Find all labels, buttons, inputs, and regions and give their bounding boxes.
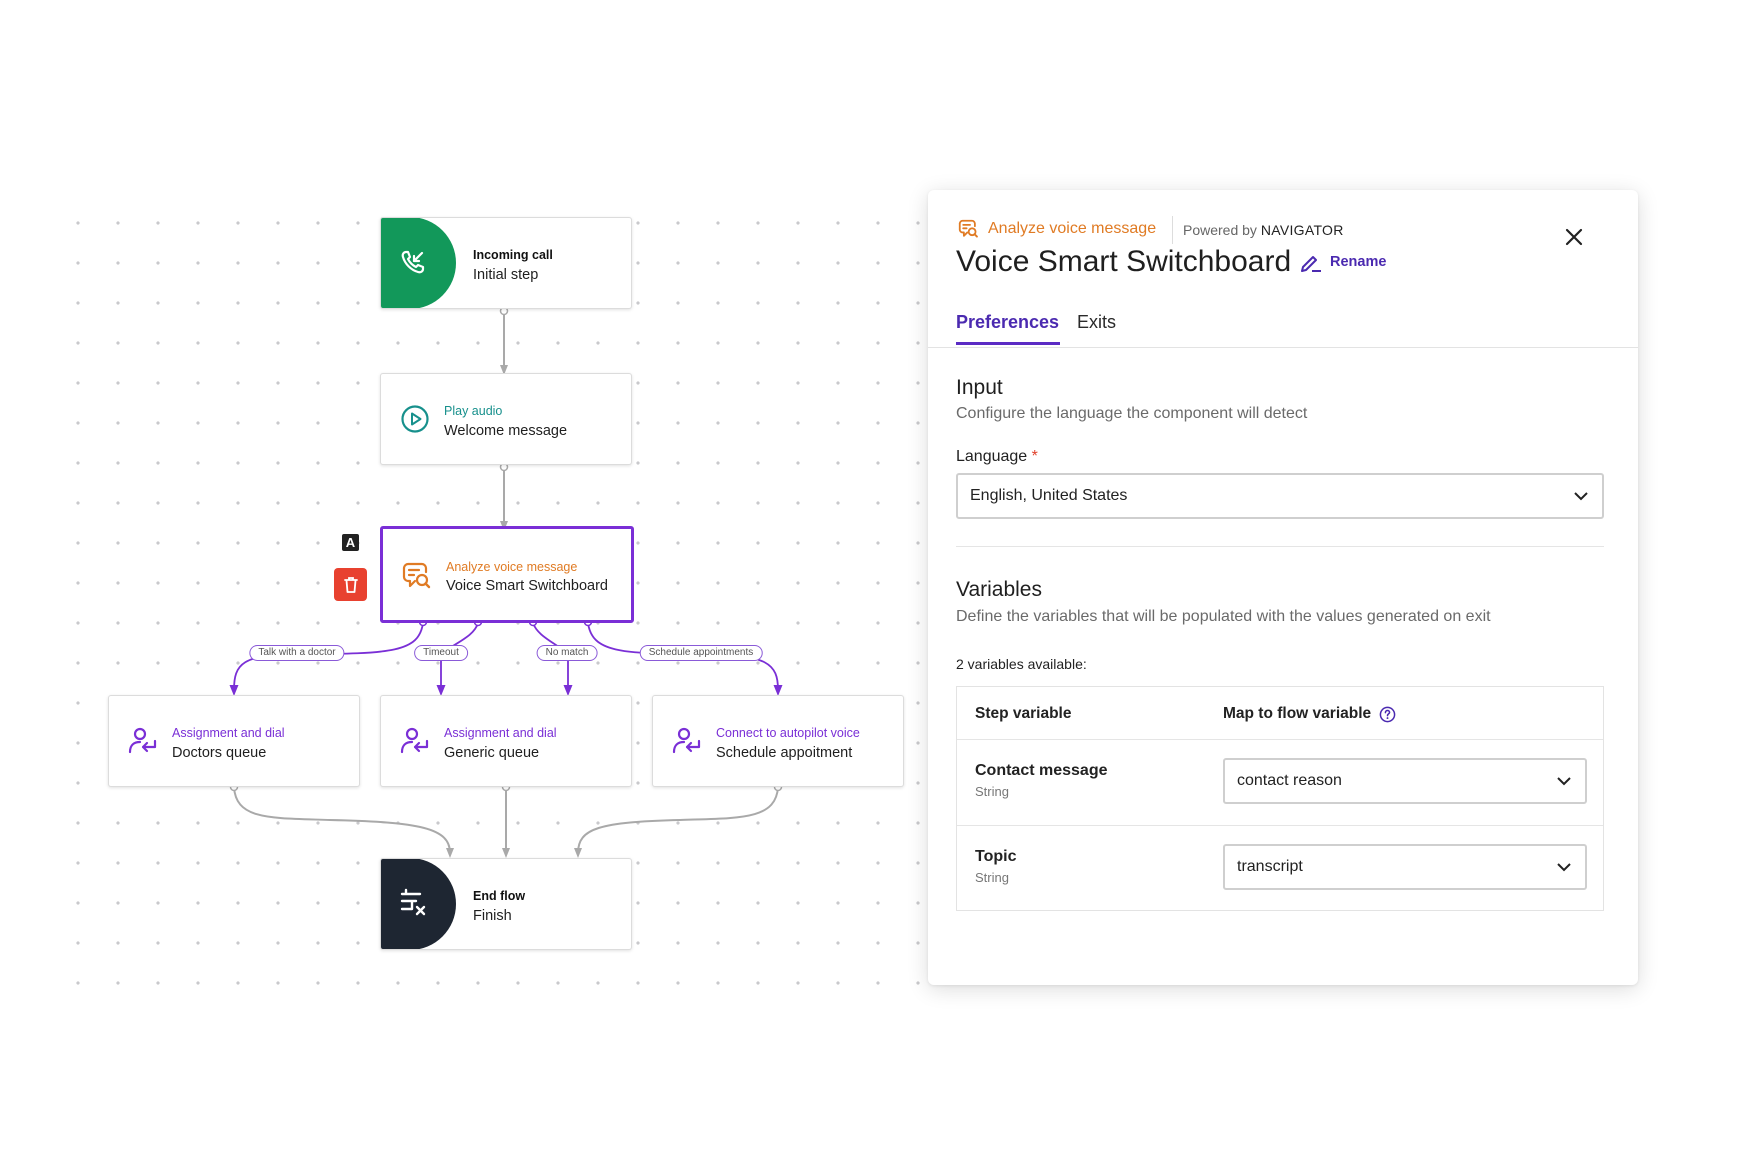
rename-button[interactable]: Rename: [1300, 252, 1386, 272]
variables-count: 2 variables available:: [956, 656, 1087, 672]
exit-label-talk[interactable]: Talk with a doctor: [249, 645, 345, 661]
voice-analyze-icon: [958, 219, 978, 238]
variable-type: String: [975, 870, 1009, 885]
tab-preferences[interactable]: Preferences: [956, 312, 1059, 333]
powered-by-prefix: Powered by: [1183, 222, 1257, 238]
phone-incoming-icon: [401, 250, 425, 274]
input-section-description: Configure the language the component wil…: [956, 405, 1308, 422]
variable-type: String: [975, 784, 1009, 799]
required-mark: *: [1031, 448, 1038, 465]
language-select-value: English, United States: [970, 487, 1128, 504]
rename-label: Rename: [1330, 254, 1387, 270]
exit-label-nomatch[interactable]: No match: [536, 645, 598, 661]
step-title: Voice Smart Switchboard: [956, 245, 1292, 278]
node-label: Welcome message: [444, 423, 568, 439]
node-end-flow[interactable]: End flow Finish: [380, 858, 632, 950]
flow-variable-select[interactable]: contact reason: [1223, 758, 1587, 804]
powered-by-name: NAVIGATOR: [1260, 222, 1344, 238]
chevron-down-icon: [1574, 492, 1588, 501]
edit-pencil-icon: [1301, 256, 1321, 272]
node-type: End flow: [473, 889, 526, 903]
node-type: Connect to autopilot voice: [716, 726, 860, 740]
close-icon[interactable]: [1562, 225, 1586, 249]
component-type: Analyze voice message: [988, 220, 1157, 237]
node-schedule-appointment[interactable]: Connect to autopilot voice Schedule appo…: [652, 695, 904, 787]
column-header-map: Map to flow variable: [1223, 705, 1396, 723]
header-divider: [1172, 216, 1173, 244]
node-generic-queue[interactable]: Assignment and dial Generic queue: [380, 695, 632, 787]
node-label: Voice Smart Switchboard: [446, 578, 608, 594]
end-flow-icon: [400, 888, 426, 916]
agent-assign-icon: [672, 727, 701, 754]
node-type: Assignment and dial: [172, 726, 285, 740]
powered-by: Powered by NAVIGATOR: [1183, 222, 1344, 238]
language-label: Language *: [956, 448, 1038, 466]
active-tab-indicator: [956, 342, 1060, 345]
variables-table: Step variable Map to flow variable Conta…: [956, 686, 1604, 911]
node-selection-badge: A: [342, 534, 359, 551]
chevron-down-icon: [1557, 777, 1571, 786]
language-select[interactable]: English, United States: [956, 473, 1604, 519]
section-divider: [956, 546, 1604, 547]
table-row: Topic String transcript: [957, 826, 1603, 911]
help-icon[interactable]: [1379, 706, 1396, 723]
node-label: Generic queue: [444, 745, 540, 761]
node-type: Play audio: [444, 404, 503, 418]
node-label: Schedule appoitment: [716, 745, 853, 761]
variables-section-description: Define the variables that will be popula…: [956, 608, 1491, 625]
node-type: Incoming call: [473, 248, 553, 262]
trash-icon: [343, 576, 358, 593]
node-play-audio[interactable]: Play audio Welcome message: [380, 373, 632, 465]
play-circle-icon: [401, 405, 429, 433]
flow-variable-value: contact reason: [1237, 772, 1342, 789]
exit-label-timeout[interactable]: Timeout: [414, 645, 468, 661]
column-header-map-text: Map to flow variable: [1223, 705, 1372, 722]
table-row: Contact message String contact reason: [957, 740, 1603, 825]
flow-variable-select[interactable]: transcript: [1223, 844, 1587, 890]
properties-panel: Analyze voice message Powered by NAVIGAT…: [928, 190, 1638, 985]
agent-assign-icon: [400, 727, 429, 754]
node-type: Analyze voice message: [446, 560, 578, 574]
node-incoming-call[interactable]: Incoming call Initial step: [380, 217, 632, 309]
column-header-step-variable: Step variable: [975, 705, 1072, 722]
language-label-text: Language: [956, 448, 1028, 465]
node-type: Assignment and dial: [444, 726, 557, 740]
agent-assign-icon: [128, 727, 157, 754]
node-label: Initial step: [473, 267, 539, 283]
exit-label-schedule[interactable]: Schedule appointments: [639, 645, 763, 661]
node-doctors-queue[interactable]: Assignment and dial Doctors queue: [108, 695, 360, 787]
flow-variable-value: transcript: [1237, 858, 1303, 875]
input-section-title: Input: [956, 376, 1003, 399]
delete-node-button[interactable]: [334, 568, 367, 601]
variable-name: Contact message: [975, 762, 1108, 779]
tab-exits[interactable]: Exits: [1077, 312, 1116, 333]
tabs-divider: [928, 347, 1638, 348]
chevron-down-icon: [1557, 863, 1571, 872]
node-label: Doctors queue: [172, 745, 267, 761]
node-label: Finish: [473, 908, 512, 924]
variable-name: Topic: [975, 848, 1017, 865]
variables-section-title: Variables: [956, 578, 1042, 601]
node-analyze-voice[interactable]: Analyze voice message Voice Smart Switch…: [380, 526, 634, 623]
voice-analyze-icon: [402, 562, 431, 589]
